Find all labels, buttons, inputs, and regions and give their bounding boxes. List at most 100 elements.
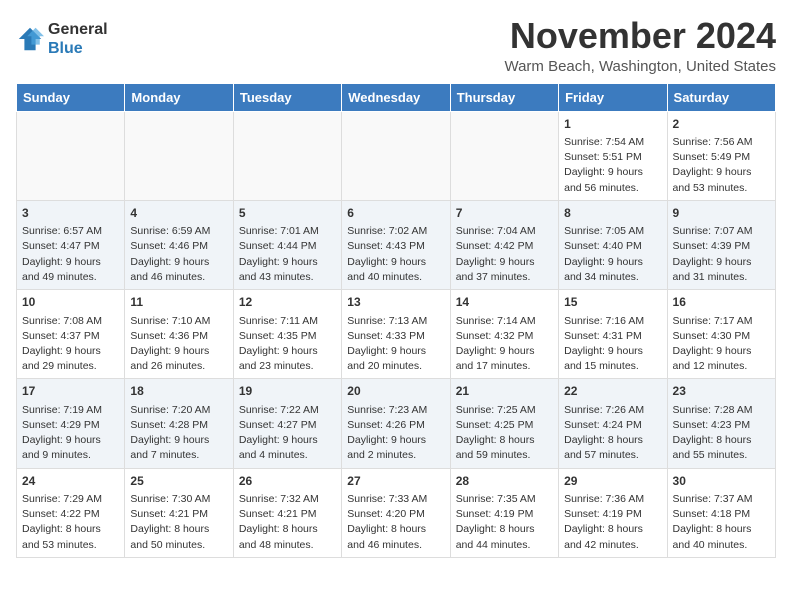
day-info-line: Sunset: 5:49 PM: [673, 150, 770, 165]
day-info-line: Sunset: 4:19 PM: [564, 507, 661, 522]
day-info-line: Sunrise: 7:54 AM: [564, 135, 661, 150]
day-info-line: Daylight: 8 hours: [673, 522, 770, 537]
weekday-header-wednesday: Wednesday: [342, 83, 450, 111]
calendar-cell: [17, 111, 125, 200]
logo: General Blue: [16, 20, 108, 58]
calendar-cell: [342, 111, 450, 200]
day-info-line: and 56 minutes.: [564, 181, 661, 196]
calendar-cell: [125, 111, 233, 200]
day-info-line: Daylight: 9 hours: [347, 433, 444, 448]
logo-text: General Blue: [48, 20, 108, 58]
day-info-line: Sunset: 4:29 PM: [22, 418, 119, 433]
calendar-table: SundayMondayTuesdayWednesdayThursdayFrid…: [16, 83, 776, 558]
weekday-header-saturday: Saturday: [667, 83, 775, 111]
day-info-line: Sunset: 4:28 PM: [130, 418, 227, 433]
day-info-line: Sunset: 4:42 PM: [456, 239, 553, 254]
calendar-cell: 28Sunrise: 7:35 AMSunset: 4:19 PMDayligh…: [450, 468, 558, 557]
day-info-line: and 4 minutes.: [239, 448, 336, 463]
day-info-line: Daylight: 9 hours: [347, 255, 444, 270]
weekday-header-friday: Friday: [559, 83, 667, 111]
calendar-cell: 29Sunrise: 7:36 AMSunset: 4:19 PMDayligh…: [559, 468, 667, 557]
month-title: November 2024: [504, 16, 776, 56]
day-info-line: Sunrise: 7:19 AM: [22, 403, 119, 418]
calendar-cell: 11Sunrise: 7:10 AMSunset: 4:36 PMDayligh…: [125, 290, 233, 379]
calendar-cell: 21Sunrise: 7:25 AMSunset: 4:25 PMDayligh…: [450, 379, 558, 468]
calendar-cell: 12Sunrise: 7:11 AMSunset: 4:35 PMDayligh…: [233, 290, 341, 379]
day-info-line: Sunset: 4:47 PM: [22, 239, 119, 254]
day-info-line: Sunset: 4:27 PM: [239, 418, 336, 433]
day-info-line: Sunrise: 7:56 AM: [673, 135, 770, 150]
calendar-cell: 22 Sunrise: 7:26 AMSunset: 4:24 PMDayligh…: [559, 379, 667, 468]
day-info-line: Sunrise: 7:32 AM: [239, 492, 336, 507]
calendar-cell: 1Sunrise: 7:54 AMSunset: 5:51 PMDaylight…: [559, 111, 667, 200]
day-info-line: and 53 minutes.: [22, 538, 119, 553]
day-info-line: Sunset: 4:39 PM: [673, 239, 770, 254]
day-info-line: Sunrise: 7:17 AM: [673, 314, 770, 329]
day-info-line: Sunset: 4:36 PM: [130, 329, 227, 344]
day-info-line: Daylight: 9 hours: [239, 344, 336, 359]
weekday-header-monday: Monday: [125, 83, 233, 111]
day-number: 30: [673, 473, 770, 490]
calendar-cell: 18Sunrise: 7:20 AMSunset: 4:28 PMDayligh…: [125, 379, 233, 468]
calendar-week-row: 17Sunrise: 7:19 AMSunset: 4:29 PMDayligh…: [17, 379, 776, 468]
day-info-line: Sunrise: 7:02 AM: [347, 224, 444, 239]
day-info-line: Daylight: 9 hours: [456, 255, 553, 270]
day-number: 25: [130, 473, 227, 490]
day-number: 2: [673, 116, 770, 133]
day-info-line: Sunset: 4:21 PM: [239, 507, 336, 522]
day-info-line: Daylight: 8 hours: [130, 522, 227, 537]
day-info-line: Sunset: 4:19 PM: [456, 507, 553, 522]
day-info-line: Sunset: 4:44 PM: [239, 239, 336, 254]
day-info-line: Daylight: 8 hours: [564, 433, 661, 448]
day-number: 23: [673, 383, 770, 400]
calendar-cell: 27Sunrise: 7:33 AMSunset: 4:20 PMDayligh…: [342, 468, 450, 557]
day-info-line: and 42 minutes.: [564, 538, 661, 553]
day-number: 28: [456, 473, 553, 490]
calendar-cell: 3Sunrise: 6:57 AMSunset: 4:47 PMDaylight…: [17, 200, 125, 289]
day-info-line: Sunset: 4:26 PM: [347, 418, 444, 433]
day-number: 5: [239, 205, 336, 222]
day-number: 6: [347, 205, 444, 222]
day-info-line: Daylight: 9 hours: [564, 165, 661, 180]
day-info-line: and 57 minutes.: [564, 448, 661, 463]
calendar-week-row: 10Sunrise: 7:08 AMSunset: 4:37 PMDayligh…: [17, 290, 776, 379]
calendar-cell: 24Sunrise: 7:29 AMSunset: 4:22 PMDayligh…: [17, 468, 125, 557]
day-info-line: Daylight: 9 hours: [239, 255, 336, 270]
calendar-week-row: 24Sunrise: 7:29 AMSunset: 4:22 PMDayligh…: [17, 468, 776, 557]
day-number: 22: [564, 383, 661, 400]
day-info-line: Sunset: 4:18 PM: [673, 507, 770, 522]
calendar-week-row: 1Sunrise: 7:54 AMSunset: 5:51 PMDaylight…: [17, 111, 776, 200]
day-info-line: and 49 minutes.: [22, 270, 119, 285]
day-info-line: Sunrise: 7:05 AM: [564, 224, 661, 239]
day-info-line: Sunrise: 7:26 AM: [564, 403, 661, 418]
day-info-line: and 44 minutes.: [456, 538, 553, 553]
day-info-line: Sunset: 4:32 PM: [456, 329, 553, 344]
day-info-line: Daylight: 8 hours: [673, 433, 770, 448]
title-block: November 2024 Warm Beach, Washington, Un…: [504, 16, 776, 75]
calendar-week-row: 3Sunrise: 6:57 AMSunset: 4:47 PMDaylight…: [17, 200, 776, 289]
calendar-cell: 16Sunrise: 7:17 AMSunset: 4:30 PMDayligh…: [667, 290, 775, 379]
day-info-line: Daylight: 8 hours: [22, 522, 119, 537]
day-number: 10: [22, 294, 119, 311]
calendar-cell: 17Sunrise: 7:19 AMSunset: 4:29 PMDayligh…: [17, 379, 125, 468]
day-info-line: and 17 minutes.: [456, 359, 553, 374]
day-number: 7: [456, 205, 553, 222]
day-info-line: Sunrise: 7:30 AM: [130, 492, 227, 507]
day-info-line: Daylight: 9 hours: [239, 433, 336, 448]
day-number: 13: [347, 294, 444, 311]
day-info-line: Sunrise: 7:14 AM: [456, 314, 553, 329]
calendar-cell: 20Sunrise: 7:23 AMSunset: 4:26 PMDayligh…: [342, 379, 450, 468]
day-info-line: Daylight: 9 hours: [22, 255, 119, 270]
day-number: 27: [347, 473, 444, 490]
day-info-line: Sunset: 4:43 PM: [347, 239, 444, 254]
weekday-header-tuesday: Tuesday: [233, 83, 341, 111]
day-info-line: Sunrise: 7:08 AM: [22, 314, 119, 329]
day-info-line: Sunset: 4:33 PM: [347, 329, 444, 344]
day-info-line: Daylight: 8 hours: [564, 522, 661, 537]
day-info-line: Sunset: 4:24 PM: [564, 418, 661, 433]
day-info-line: Daylight: 9 hours: [22, 344, 119, 359]
day-info-line: and 40 minutes.: [673, 538, 770, 553]
day-info-line: Daylight: 9 hours: [130, 255, 227, 270]
calendar-cell: 30Sunrise: 7:37 AMSunset: 4:18 PMDayligh…: [667, 468, 775, 557]
day-info-line: Daylight: 8 hours: [239, 522, 336, 537]
